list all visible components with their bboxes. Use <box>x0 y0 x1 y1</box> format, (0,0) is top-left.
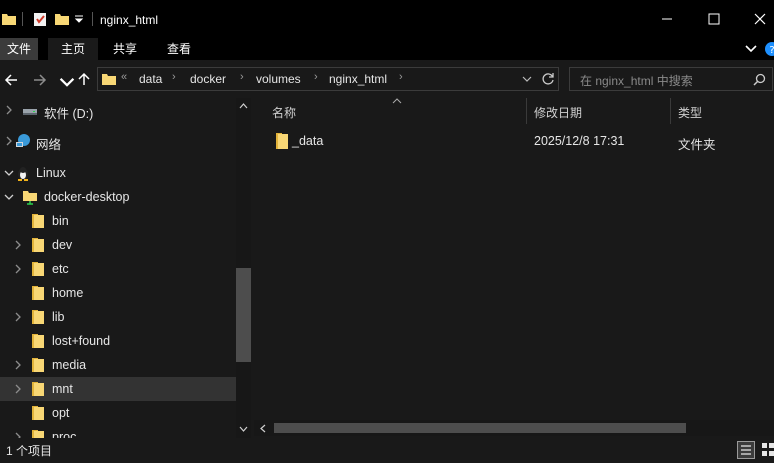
column-header-type[interactable]: 类型 <box>671 98 774 124</box>
refresh-icon[interactable] <box>541 72 555 86</box>
nav-item-lib[interactable]: lib <box>0 305 236 329</box>
nav-item-opt[interactable]: opt <box>0 401 236 425</box>
chevron-right-icon[interactable] <box>4 104 14 116</box>
minimize-icon[interactable] <box>657 9 677 29</box>
folder-icon <box>32 262 44 276</box>
divider <box>92 12 93 26</box>
search-input[interactable]: 在 nginx_html 中搜索 <box>569 67 773 91</box>
folder-icon <box>2 14 16 25</box>
help-icon[interactable]: ? <box>764 41 774 57</box>
title-bar: nginx_html <box>0 0 774 38</box>
column-header-date[interactable]: 修改日期 <box>527 98 670 124</box>
up-arrow-icon[interactable] <box>76 71 92 87</box>
file-row[interactable]: _data 2025/12/8 17:31 文件夹 <box>254 130 774 152</box>
network-folder-icon <box>23 191 37 205</box>
maximize-icon[interactable] <box>704 9 724 29</box>
breadcrumb-data[interactable]: data <box>139 72 162 86</box>
tab-file[interactable]: 文件 <box>0 38 38 60</box>
details-view-icon[interactable] <box>737 441 755 459</box>
nav-item-proc[interactable]: proc <box>0 425 236 438</box>
nav-item-lost-found[interactable]: lost+found <box>0 329 236 353</box>
properties-icon[interactable] <box>32 11 48 27</box>
nav-item-dev[interactable]: dev <box>0 233 236 257</box>
scroll-up-icon[interactable] <box>239 102 248 109</box>
recent-locations-icon[interactable] <box>59 74 75 90</box>
close-icon[interactable] <box>750 9 770 29</box>
nav-item-docker-desktop[interactable]: docker-desktop <box>0 185 236 209</box>
customize-qat-icon[interactable] <box>74 14 84 24</box>
tab-view[interactable]: 查看 <box>158 38 200 60</box>
scroll-down-icon[interactable] <box>239 426 248 433</box>
breadcrumb-volumes[interactable]: volumes <box>256 72 301 86</box>
folder-icon <box>102 74 116 85</box>
chevron-right-icon[interactable]: › <box>240 71 244 83</box>
overflow-icon[interactable]: « <box>121 71 127 83</box>
back-arrow-icon[interactable] <box>3 72 19 88</box>
navigation-pane: 软件 (D:) 网络 Linux docker-desktop bin dev … <box>0 98 254 438</box>
item-count: 1 个项目 <box>6 444 53 458</box>
status-bar: 1 个项目 <box>0 438 774 463</box>
nav-item-home[interactable]: home <box>0 281 236 305</box>
folder-icon <box>32 334 44 348</box>
file-type: 文件夹 <box>678 138 716 152</box>
breadcrumb-nginx-html[interactable]: nginx_html <box>329 72 387 86</box>
nav-item-etc[interactable]: etc <box>0 257 236 281</box>
chevron-down-icon[interactable] <box>4 167 14 179</box>
address-bar[interactable]: « data › docker › volumes › nginx_html › <box>97 67 559 91</box>
chevron-right-icon[interactable] <box>13 311 23 323</box>
nav-scroll-thumb[interactable] <box>236 268 251 362</box>
chevron-right-icon[interactable] <box>13 359 23 371</box>
window-title: nginx_html <box>100 13 159 27</box>
nav-item-drive-d[interactable]: 软件 (D:) <box>0 98 236 122</box>
nav-item-media[interactable]: media <box>0 353 236 377</box>
folder-icon <box>32 382 44 396</box>
folder-icon <box>32 406 44 420</box>
file-list: 名称 修改日期 类型 _data 2025/12/8 17:31 文件夹 <box>254 98 774 438</box>
forward-arrow-icon[interactable] <box>32 72 48 88</box>
folder-icon <box>32 286 44 300</box>
expand-ribbon-icon[interactable] <box>745 44 757 54</box>
folder-icon <box>276 133 288 149</box>
nav-item-linux[interactable]: Linux <box>0 161 236 185</box>
tab-home[interactable]: 主页 <box>48 38 98 60</box>
nav-item-network[interactable]: 网络 <box>0 129 236 153</box>
search-icon <box>753 73 766 86</box>
folder-icon <box>32 238 44 252</box>
file-name: _data <box>292 134 324 148</box>
tab-share[interactable]: 共享 <box>104 38 146 60</box>
drive-icon <box>23 109 37 115</box>
nav-item-mnt[interactable]: mnt <box>0 377 236 401</box>
breadcrumb-docker[interactable]: docker <box>190 72 226 86</box>
folder-icon <box>32 214 44 228</box>
linux-icon <box>18 167 28 181</box>
scroll-left-icon[interactable] <box>259 424 266 433</box>
folder-icon <box>32 430 44 438</box>
chevron-right-icon[interactable]: › <box>172 71 176 83</box>
folder-icon <box>32 358 44 372</box>
chevron-right-icon[interactable] <box>13 383 23 395</box>
network-icon <box>16 134 30 147</box>
ribbon-tabs: 文件 主页 共享 查看 ? <box>0 38 774 60</box>
column-header-name[interactable]: 名称 <box>254 98 526 124</box>
horizontal-scroll-thumb[interactable] <box>274 423 686 433</box>
large-icons-view-icon[interactable] <box>761 442 774 458</box>
chevron-right-icon[interactable] <box>13 239 23 251</box>
nav-item-bin[interactable]: bin <box>0 209 236 233</box>
chevron-down-icon[interactable] <box>4 191 14 203</box>
svg-text:?: ? <box>769 45 774 56</box>
chevron-right-icon[interactable]: › <box>399 71 403 83</box>
address-dropdown-icon[interactable] <box>522 74 532 84</box>
chevron-right-icon[interactable] <box>13 431 23 438</box>
chevron-right-icon[interactable]: › <box>314 71 318 83</box>
chevron-right-icon[interactable] <box>4 135 14 147</box>
horizontal-scrollbar[interactable] <box>254 420 774 436</box>
search-placeholder: 在 nginx_html 中搜索 <box>580 74 693 88</box>
folder-icon <box>32 310 44 324</box>
new-folder-icon[interactable] <box>55 12 69 26</box>
file-date: 2025/12/8 17:31 <box>534 134 625 148</box>
divider <box>22 12 23 26</box>
chevron-right-icon[interactable] <box>13 263 23 275</box>
